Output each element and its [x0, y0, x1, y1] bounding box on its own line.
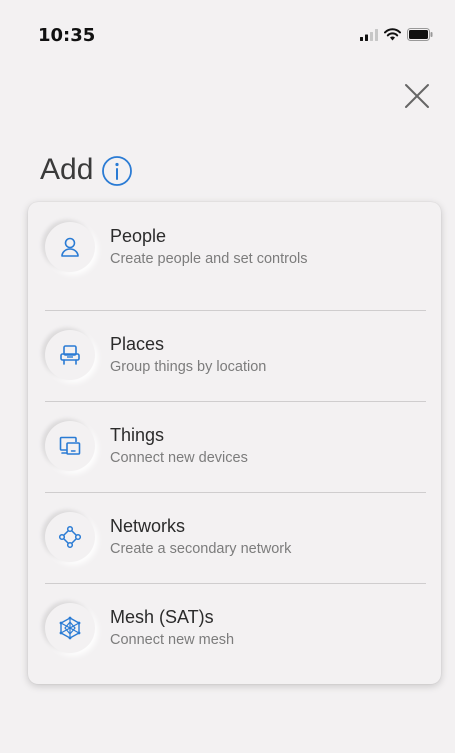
close-icon	[405, 84, 429, 108]
battery-icon	[407, 28, 433, 41]
wifi-icon	[384, 28, 401, 41]
status-bar: 10:35	[0, 0, 455, 70]
devices-icon	[59, 436, 81, 455]
info-button[interactable]	[101, 155, 133, 187]
person-icon	[61, 237, 79, 257]
add-options-card: People Create people and set controls Pl…	[28, 202, 441, 684]
title-row: Add	[40, 152, 133, 187]
status-time: 10:35	[38, 25, 96, 46]
network-icon	[58, 525, 82, 549]
info-icon	[102, 156, 133, 186]
menu-item-mesh[interactable]: Mesh (SAT)s Connect new mesh	[28, 583, 441, 673]
menu-item-subtitle: Create a secondary network	[110, 541, 292, 557]
status-icons	[360, 28, 433, 41]
menu-item-networks[interactable]: Networks Create a secondary network	[28, 492, 441, 582]
menu-item-title: Things	[110, 425, 165, 445]
chair-icon	[60, 345, 80, 365]
menu-item-subtitle: Group things by location	[110, 359, 267, 375]
icon-circle	[45, 512, 95, 562]
page-title: Add	[40, 152, 94, 186]
icon-circle	[45, 222, 95, 272]
menu-item-things[interactable]: Things Connect new devices	[28, 401, 441, 491]
menu-item-people[interactable]: People Create people and set controls	[28, 202, 441, 292]
menu-item-title: Places	[110, 334, 165, 354]
close-button[interactable]	[401, 80, 433, 112]
icon-circle	[45, 603, 95, 653]
menu-item-subtitle: Create people and set controls	[110, 251, 308, 267]
menu-item-title: People	[110, 226, 167, 246]
icon-circle	[45, 421, 95, 471]
mesh-icon	[59, 616, 81, 640]
menu-item-title: Mesh (SAT)s	[110, 607, 214, 627]
menu-item-subtitle: Connect new devices	[110, 450, 248, 466]
menu-item-places[interactable]: Places Group things by location	[28, 310, 441, 400]
add-screen: 10:35 Add People Create people and set c…	[0, 0, 455, 753]
menu-item-subtitle: Connect new mesh	[110, 632, 235, 648]
icon-circle	[45, 330, 95, 380]
menu-item-title: Networks	[110, 516, 186, 536]
signal-icon	[360, 28, 378, 41]
